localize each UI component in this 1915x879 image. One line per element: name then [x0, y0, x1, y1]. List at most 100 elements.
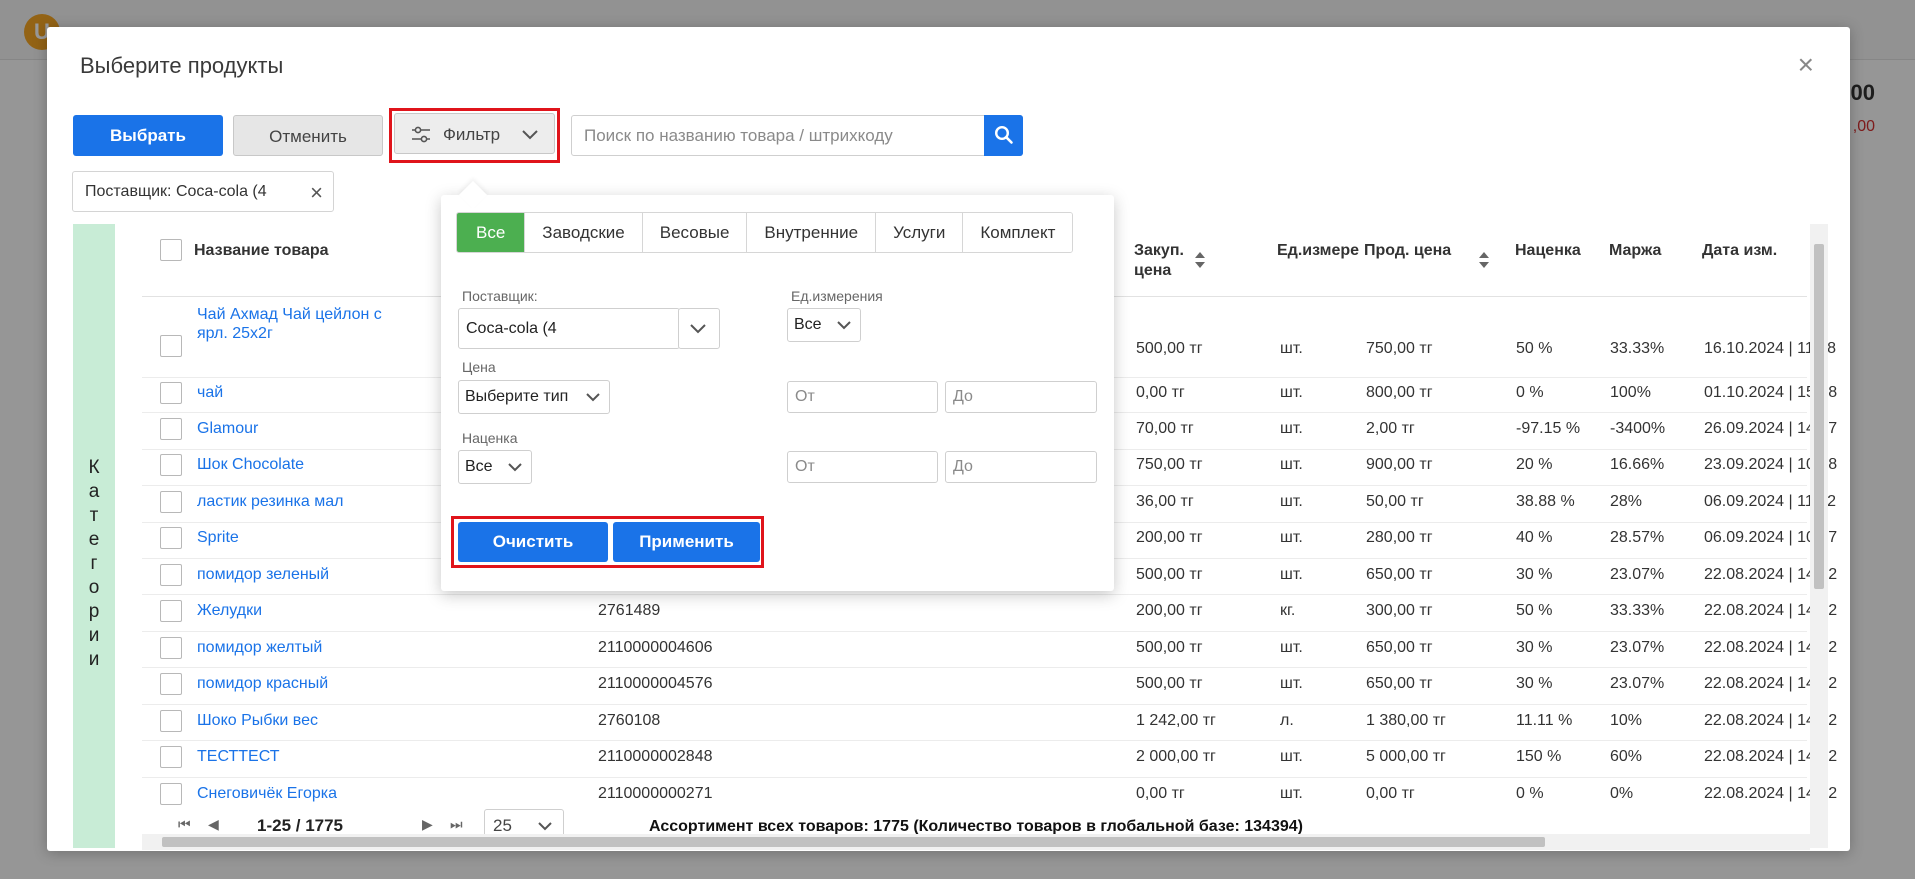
tab-all[interactable]: Все: [457, 213, 526, 252]
apply-button[interactable]: Применить: [613, 522, 760, 562]
search-icon: [994, 125, 1013, 144]
markup: 30 %: [1516, 639, 1553, 656]
product-name-link[interactable]: ТЕСТТЕСТ: [197, 748, 279, 766]
row-checkbox[interactable]: [160, 673, 182, 695]
filter-button[interactable]: Фильтр: [394, 113, 555, 154]
sort-icon[interactable]: [1194, 250, 1206, 270]
unit: шт.: [1280, 493, 1303, 510]
categories-letter: р: [88, 601, 100, 622]
categories-toggle[interactable]: К а т е г о р и и: [73, 224, 115, 848]
product-name-link[interactable]: помидор желтый: [197, 639, 322, 657]
supplier-input[interactable]: Coca-cola (4: [458, 308, 680, 349]
supplier-label: Поставщик:: [462, 288, 538, 304]
row-checkbox[interactable]: [160, 418, 182, 440]
purchase-price: 0,00 тг: [1136, 785, 1185, 802]
price-from-input[interactable]: От: [787, 381, 938, 413]
product-name-link[interactable]: Чай Ахмад Чай цейлон с ярл. 25х2г: [197, 305, 402, 343]
product-name-link[interactable]: Желудки: [197, 602, 262, 620]
tab-services[interactable]: Услуги: [876, 213, 964, 252]
row-checkbox[interactable]: [160, 382, 182, 404]
row-checkbox[interactable]: [160, 746, 182, 768]
row-checkbox[interactable]: [160, 335, 182, 357]
header-sale-price[interactable]: Прод. цена: [1364, 241, 1451, 261]
product-name-link[interactable]: помидор красный: [197, 675, 328, 693]
header-margin[interactable]: Маржа: [1609, 241, 1661, 261]
cancel-button[interactable]: Отменить: [233, 115, 383, 156]
price-to-input[interactable]: До: [945, 381, 1097, 413]
product-name-link[interactable]: помидор зеленый: [197, 566, 329, 584]
markup: -97.15 %: [1516, 420, 1581, 437]
row-checkbox[interactable]: [160, 600, 182, 622]
sale-price: 5 000,00 тг: [1366, 748, 1446, 765]
unit: шт.: [1280, 785, 1303, 802]
unit: шт.: [1280, 566, 1303, 583]
markup-from-input[interactable]: От: [787, 451, 938, 483]
vertical-scrollbar[interactable]: [1810, 224, 1828, 848]
product-name-link[interactable]: чай: [197, 384, 223, 402]
next-page-icon[interactable]: ▶: [422, 816, 433, 833]
row-checkbox[interactable]: [160, 527, 182, 549]
horizontal-scroll-thumb[interactable]: [162, 837, 1545, 847]
categories-letter: а: [88, 481, 100, 502]
close-icon[interactable]: ×: [1798, 51, 1814, 79]
markup-select-value: Все: [465, 458, 493, 475]
price-type-select[interactable]: Выберите тип: [458, 380, 610, 414]
markup: 150 %: [1516, 748, 1562, 765]
vertical-scroll-thumb[interactable]: [1814, 244, 1824, 589]
row-checkbox[interactable]: [160, 710, 182, 732]
chevron-down-icon: [586, 393, 600, 402]
search-button[interactable]: [984, 115, 1023, 156]
last-page-icon[interactable]: ⏭: [450, 816, 463, 833]
select-all-checkbox[interactable]: [160, 239, 182, 261]
categories-letter: и: [88, 625, 100, 646]
unit: шт.: [1280, 384, 1303, 401]
filter-button-label: Фильтр: [443, 125, 501, 144]
first-page-icon[interactable]: ⏮: [178, 816, 191, 833]
select-button[interactable]: Выбрать: [73, 115, 223, 156]
header-markup[interactable]: Наценка: [1515, 241, 1581, 261]
sale-price: 650,00 тг: [1366, 639, 1433, 656]
product-name-link[interactable]: Glamour: [197, 420, 258, 438]
product-name-link[interactable]: Снеговичёк Егорка: [197, 785, 337, 803]
product-name-link[interactable]: Шоко Рыбки вес: [197, 712, 318, 730]
supplier-filter-chip: Поставщик: Coca-cola (4 ×: [72, 171, 334, 212]
product-name-link[interactable]: Sprite: [197, 529, 239, 547]
header-unit[interactable]: Ед.измерения: [1277, 241, 1360, 261]
header-date[interactable]: Дата изм.: [1702, 241, 1777, 261]
markup: 40 %: [1516, 529, 1553, 546]
row-checkbox[interactable]: [160, 783, 182, 805]
tab-internal[interactable]: Внутренние: [747, 213, 877, 252]
row-checkbox[interactable]: [160, 454, 182, 476]
barcode: 2110000000271: [598, 785, 713, 802]
product-name-link[interactable]: ластик резинка мал: [197, 493, 343, 511]
prev-page-icon[interactable]: ◀: [208, 816, 219, 833]
markup-to-input[interactable]: До: [945, 451, 1097, 483]
purchase-price: 36,00 тг: [1136, 493, 1194, 510]
supplier-dropdown-button[interactable]: [678, 308, 720, 349]
row-checkbox[interactable]: [160, 491, 182, 513]
product-name-link[interactable]: Шок Chocolate: [197, 456, 304, 474]
markup-select[interactable]: Все: [458, 450, 532, 484]
tab-kit[interactable]: Комплект: [963, 213, 1073, 252]
header-purchase-price[interactable]: Закуп. цена: [1134, 241, 1192, 281]
row-checkbox[interactable]: [160, 637, 182, 659]
unit: шт.: [1280, 340, 1303, 357]
row-divider: [142, 777, 1807, 778]
margin: 28%: [1610, 493, 1643, 510]
remove-chip-icon[interactable]: ×: [310, 173, 323, 212]
margin: 23.07%: [1610, 675, 1665, 692]
row-checkbox[interactable]: [160, 564, 182, 586]
tab-weighted[interactable]: Весовые: [642, 213, 748, 252]
sale-price: 1 380,00 тг: [1366, 712, 1446, 729]
margin: -3400%: [1610, 420, 1666, 437]
horizontal-scrollbar[interactable]: [142, 834, 1810, 850]
unit: шт.: [1280, 456, 1303, 473]
markup: 50 %: [1516, 340, 1553, 357]
header-name[interactable]: Название товара: [194, 241, 329, 261]
tab-factory[interactable]: Заводские: [525, 213, 643, 252]
clear-button[interactable]: Очистить: [458, 522, 608, 562]
select-products-modal: Выберите продукты × Выбрать Отменить Фил…: [47, 27, 1850, 851]
sort-icon[interactable]: [1478, 250, 1490, 270]
search-input[interactable]: [572, 116, 972, 155]
unit-select[interactable]: Все: [787, 308, 861, 342]
